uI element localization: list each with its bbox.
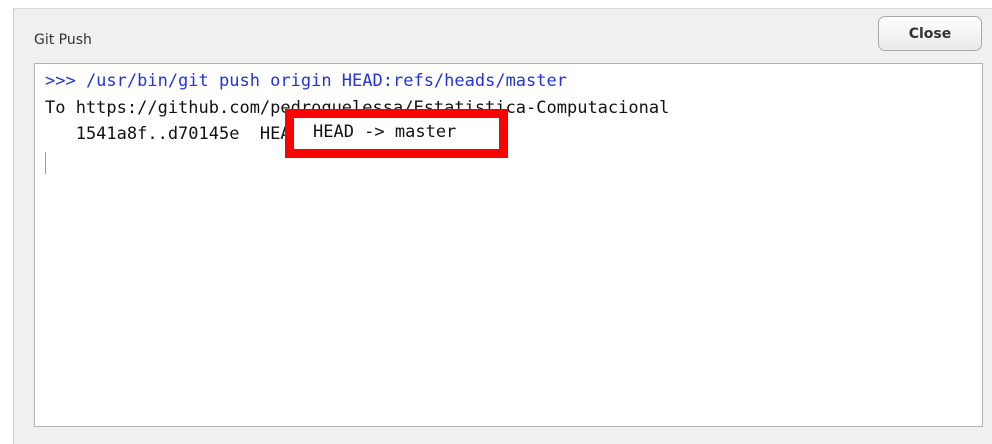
dialog-title: Git Push — [34, 32, 92, 48]
git-push-dialog: Git Push Close >>> /usr/bin/git push ori… — [13, 8, 992, 444]
command-line: >>> /usr/bin/git push origin HEAD:refs/h… — [45, 71, 567, 91]
git-output-console[interactable]: >>> /usr/bin/git push origin HEAD:refs/h… — [34, 63, 983, 427]
text-cursor — [45, 152, 46, 174]
highlight-box: HEAD -> master — [285, 109, 508, 158]
close-button[interactable]: Close — [878, 16, 982, 51]
highlight-text: HEAD -> master — [313, 122, 457, 142]
